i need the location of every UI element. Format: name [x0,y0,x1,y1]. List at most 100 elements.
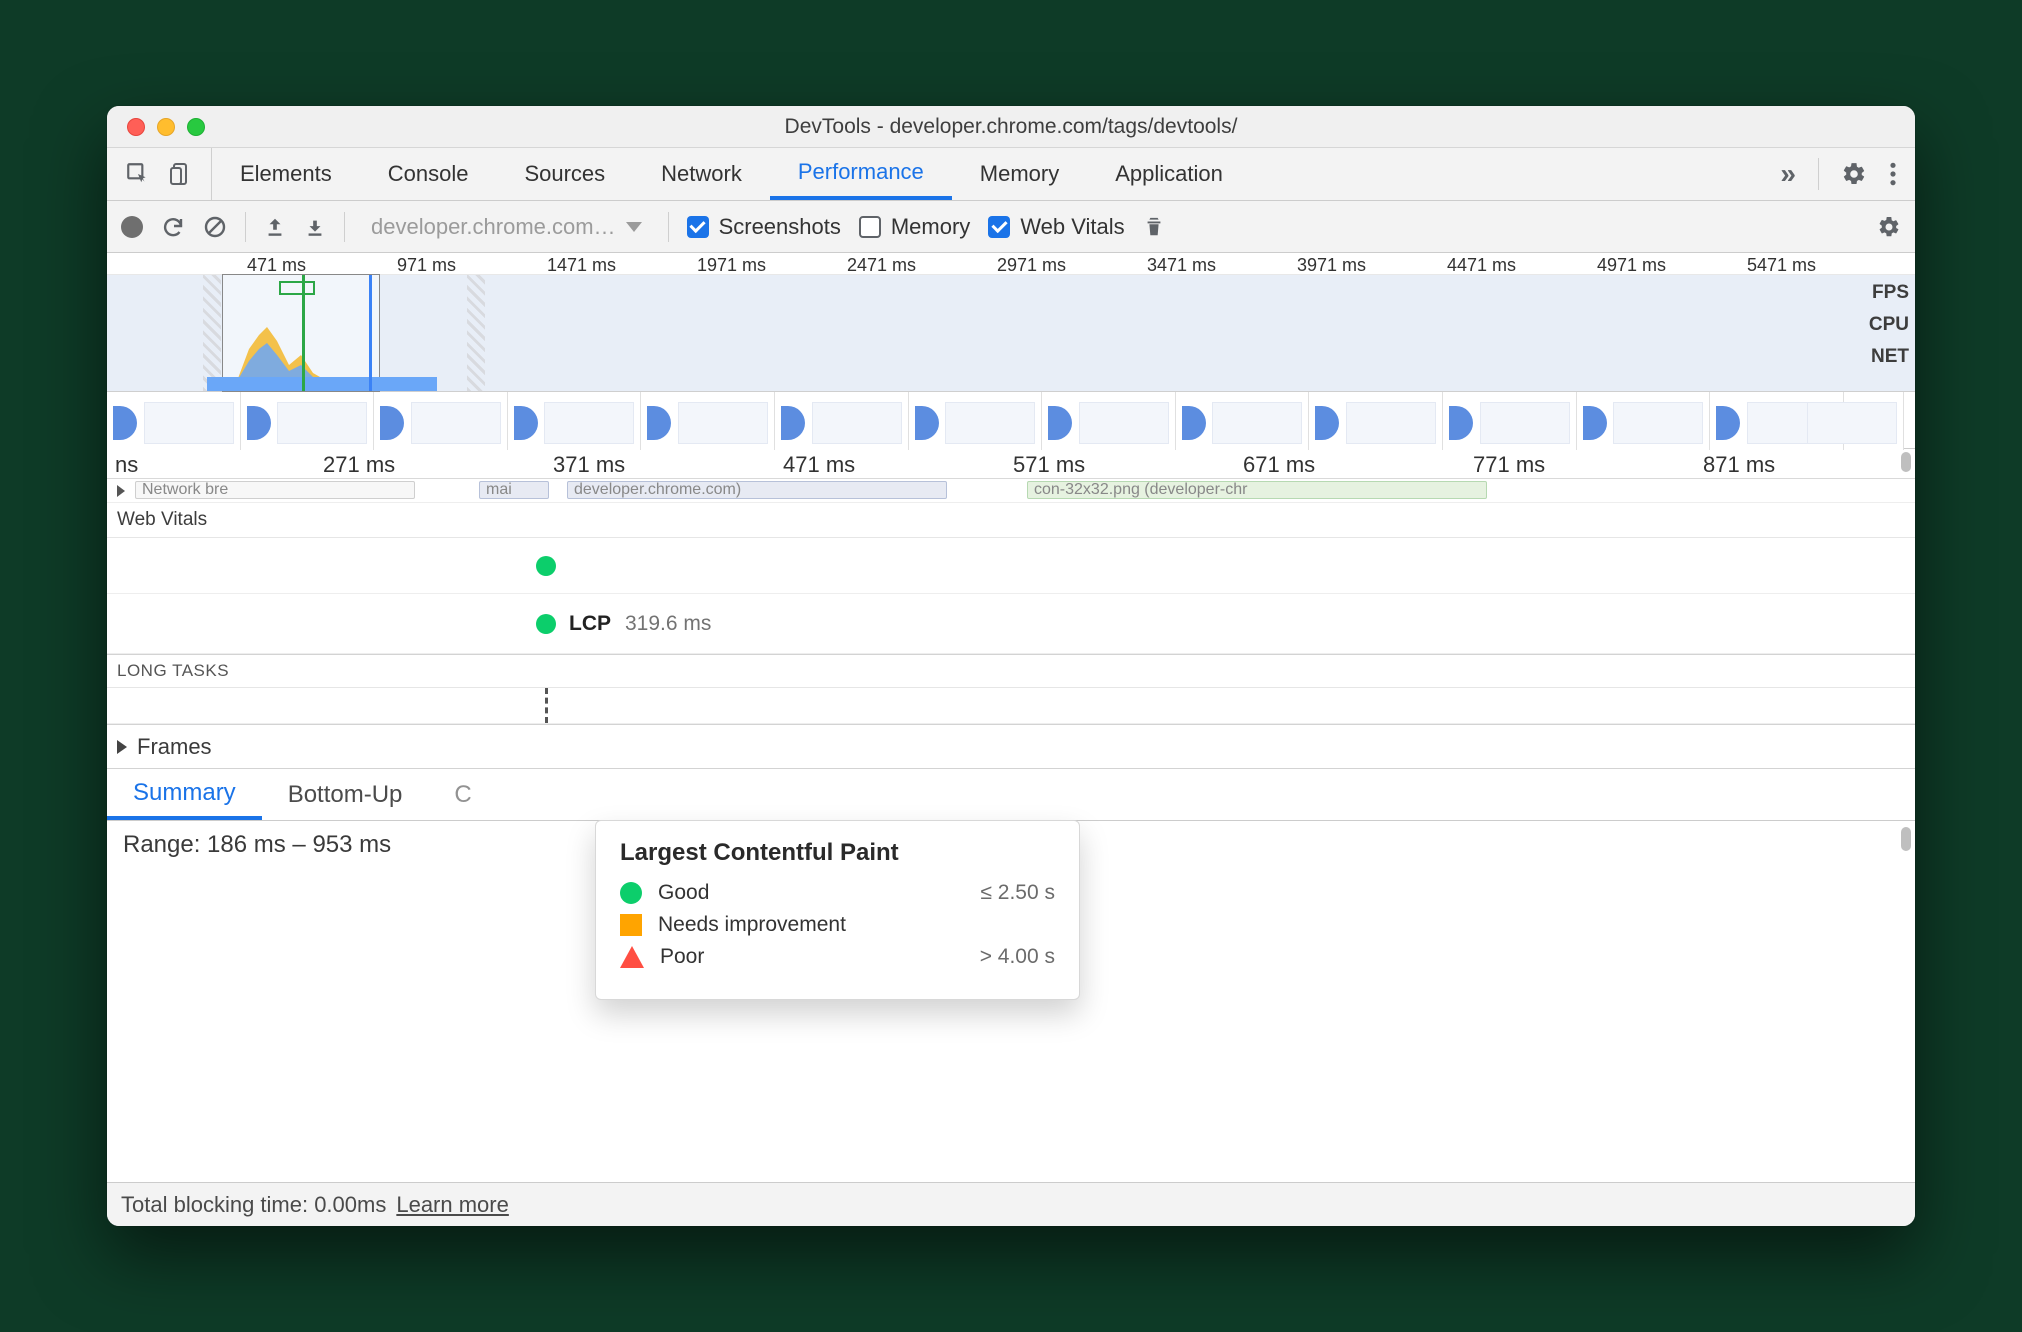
screenshot-thumb[interactable] [508,392,642,450]
titlebar: DevTools - developer.chrome.com/tags/dev… [107,106,1915,148]
ruler-tick: 4471 ms [1447,255,1516,276]
lane-label-net: NET [1869,341,1909,373]
lane-label-cpu: CPU [1869,309,1909,341]
tooltip-label: Poor [660,945,704,969]
screenshot-thumb[interactable] [1443,392,1577,450]
load-profile-icon[interactable] [264,215,286,239]
disclosure-icon[interactable] [117,485,125,497]
recording-select[interactable]: developer.chrome.com… [363,214,650,240]
total-blocking-time: Total blocking time: 0.00ms [121,1192,386,1218]
screenshot-thumb[interactable] [107,392,241,450]
settings-gear-icon[interactable] [1841,161,1867,187]
ruler-tick: 571 ms [1013,452,1085,478]
inspect-element-icon[interactable] [125,161,151,187]
section-header-web-vitals[interactable]: Web Vitals [107,503,1915,538]
memory-checkbox[interactable]: Memory [859,214,970,240]
lcp-label: LCP [569,612,611,636]
screenshot-thumb[interactable] [909,392,1043,450]
good-dot-icon [536,556,556,576]
dropdown-caret-icon [626,222,642,232]
kebab-menu-icon[interactable] [1889,161,1897,187]
lane-label-fps: FPS [1869,277,1909,309]
hatch-decor [203,275,221,391]
ruler-tick: 3471 ms [1147,255,1216,276]
tab-performance[interactable]: Performance [770,148,952,200]
screenshot-thumb[interactable] [1042,392,1176,450]
tooltip-row-ni: Needs improvement [620,913,1055,937]
network-request[interactable]: developer.chrome.com) [567,481,947,499]
save-profile-icon[interactable] [304,215,326,239]
network-strip[interactable]: Network bre mai developer.chrome.com) co… [107,479,1915,503]
ruler-tick: 2971 ms [997,255,1066,276]
network-request[interactable]: mai [479,481,549,499]
recording-select-label: developer.chrome.com… [371,214,616,240]
overview-pane[interactable]: 471 ms 971 ms 1471 ms 1971 ms 2471 ms 29… [107,253,1915,449]
ruler-tick: 1971 ms [697,255,766,276]
tab-console[interactable]: Console [360,148,497,200]
frames-track-header[interactable]: Frames [107,725,1915,769]
screenshot-thumb[interactable] [1176,392,1310,450]
devtools-window: DevTools - developer.chrome.com/tags/dev… [107,106,1915,1226]
screenshot-thumb[interactable] [241,392,375,450]
flamechart-ruler[interactable]: ns 271 ms 371 ms 471 ms 571 ms 671 ms 77… [107,449,1915,479]
device-toolbar-icon[interactable] [169,161,193,187]
tab-application[interactable]: Application [1087,148,1251,200]
web-vitals-lcp-row[interactable]: LCP 319.6 ms [107,594,1915,654]
screenshot-thumb[interactable] [1844,392,1904,450]
tab-memory[interactable]: Memory [952,148,1087,200]
lcp-tooltip: Largest Contentful Paint Good ≤ 2.50 s N… [595,820,1080,1000]
tab-summary[interactable]: Summary [107,769,262,820]
hatch-decor [467,275,485,391]
network-request[interactable]: con-32x32.png (developer-chr [1027,481,1487,499]
tab-elements[interactable]: Elements [212,148,360,200]
checkbox-icon [687,216,709,238]
screenshot-thumb[interactable] [641,392,775,450]
ruler-tick: 5471 ms [1747,255,1816,276]
tab-overflow[interactable]: C [428,769,497,820]
reload-icon[interactable] [161,215,185,239]
screenshots-checkbox[interactable]: Screenshots [687,214,841,240]
tab-strip: Elements Console Sources Network Perform… [212,148,1251,200]
screenshot-thumb[interactable] [1577,392,1711,450]
divider [245,212,246,242]
tab-network[interactable]: Network [633,148,770,200]
needs-improvement-icon [620,914,642,936]
long-tasks-row[interactable] [107,688,1915,724]
overview-ruler: 471 ms 971 ms 1471 ms 1971 ms 2471 ms 29… [107,253,1915,275]
ruler-tick: 4971 ms [1597,255,1666,276]
delete-icon[interactable] [1143,214,1165,240]
screenshot-thumb[interactable] [374,392,508,450]
ruler-edge-label: ns [115,452,138,478]
screenshot-thumb[interactable] [1309,392,1443,450]
learn-more-link[interactable]: Learn more [396,1192,509,1218]
overview-lanes[interactable] [107,275,1915,391]
screenshot-filmstrip[interactable] [107,391,1915,449]
record-button[interactable] [121,216,143,238]
tab-sources[interactable]: Sources [496,148,633,200]
tooltip-label: Needs improvement [658,913,846,937]
screenshot-thumb[interactable] [775,392,909,450]
checkbox-icon [859,216,881,238]
clear-icon[interactable] [203,215,227,239]
vertical-scrollbar-thumb[interactable] [1901,827,1911,851]
ruler-tick: 1471 ms [547,255,616,276]
network-request[interactable]: Network bre [135,481,415,499]
web-vitals-fcp-row[interactable] [107,538,1915,594]
task-marker [545,688,548,723]
divider [1818,158,1819,190]
ruler-tick: 471 ms [783,452,855,478]
capture-settings-gear-icon[interactable] [1877,215,1901,239]
checkbox-icon [988,216,1010,238]
webvitals-checkbox[interactable]: Web Vitals [988,214,1124,240]
ruler-tick: 671 ms [1243,452,1315,478]
good-icon [620,882,642,904]
poor-icon [620,946,644,968]
horizontal-scrollbar-thumb[interactable] [1901,452,1911,472]
section-header-long-tasks[interactable]: LONG TASKS [107,655,1915,688]
tab-bottom-up[interactable]: Bottom-Up [262,769,429,820]
overflow-tabs-icon[interactable]: » [1780,158,1796,190]
webvitals-label: Web Vitals [1020,214,1124,240]
footer-bar: Total blocking time: 0.00ms Learn more [107,1182,1915,1226]
overview-lane-labels: FPS CPU NET [1869,277,1909,373]
screenshots-label: Screenshots [719,214,841,240]
